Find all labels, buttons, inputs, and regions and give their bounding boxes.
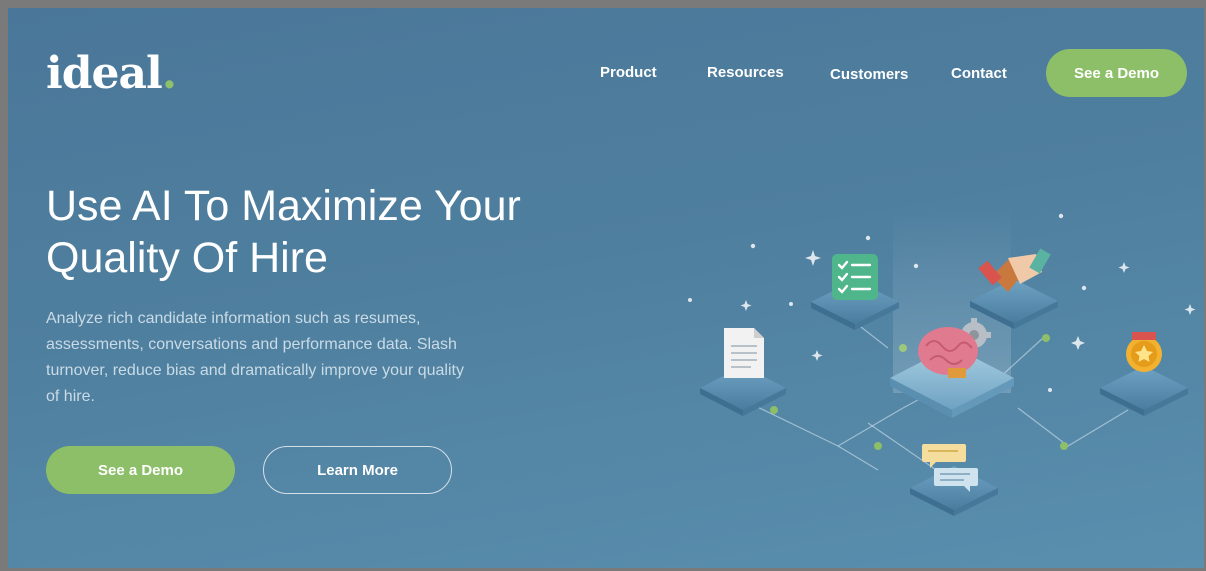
hero-learn-more-button[interactable]: Learn More xyxy=(263,446,452,494)
hero-illustration xyxy=(688,208,1196,516)
hero-see-demo-button[interactable]: See a Demo xyxy=(46,446,235,494)
hero-title-line-1: Use AI To Maximize Your xyxy=(46,182,521,230)
document-icon xyxy=(724,328,764,378)
hero-title-line-2: Quality Of Hire xyxy=(46,234,328,282)
brand-name: ideal xyxy=(46,48,163,99)
nav-item-product[interactable]: Product xyxy=(600,64,657,81)
nav-item-resources[interactable]: Resources xyxy=(707,64,784,81)
tile-medal xyxy=(1100,366,1188,416)
checklist-icon xyxy=(832,254,878,300)
award-medal-icon xyxy=(1126,332,1162,372)
nav-item-customers[interactable]: Customers xyxy=(830,66,908,83)
page-frame: ideal. Product Resources Customers Conta… xyxy=(8,8,1204,568)
hero-title: Use AI To Maximize Your Quality Of Hire xyxy=(46,180,566,284)
nav-item-contact[interactable]: Contact xyxy=(951,65,1007,82)
hero-description: Analyze rich candidate information such … xyxy=(46,310,464,405)
brand-logo[interactable]: ideal. xyxy=(46,48,177,99)
nav-see-demo-button[interactable]: See a Demo xyxy=(1046,49,1187,97)
brand-dot: . xyxy=(161,48,177,99)
